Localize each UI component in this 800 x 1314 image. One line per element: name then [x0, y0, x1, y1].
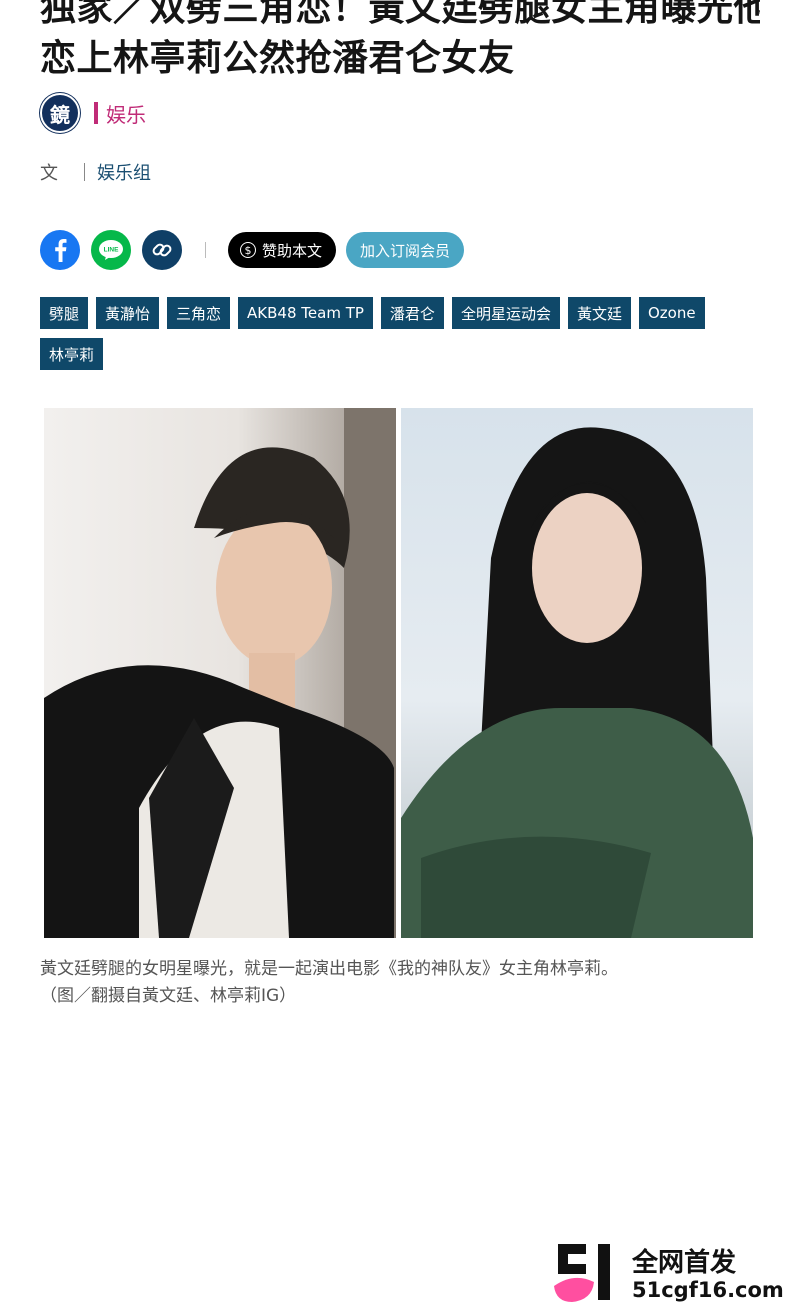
photo-man-portrait: [44, 408, 396, 938]
man-portrait-illustration: [44, 408, 396, 938]
photo-credit: （图／翻摄自黃文廷、林亭莉IG）: [40, 986, 297, 1006]
tag-link[interactable]: 黃瀞怡: [96, 297, 160, 329]
photo-woman-portrait: [401, 408, 753, 938]
tag-link[interactable]: 三角恋: [167, 297, 231, 329]
byline-divider: [84, 163, 85, 181]
share-toolbar: LINE $ 赞助本文 加入订阅会员: [40, 230, 465, 270]
tag-link[interactable]: 全明星运动会: [451, 297, 560, 329]
photo-caption: 黃文廷劈腿的女明星曝光，就是一起演出电影《我的神队友》女主角林亭莉。 （图／翻摄…: [40, 956, 760, 1010]
line-icon-label: LINE: [104, 247, 119, 254]
category-marker: [94, 102, 98, 124]
copy-link-button[interactable]: [142, 230, 182, 270]
join-membership-button[interactable]: 加入订阅会员: [346, 232, 465, 268]
tag-link[interactable]: AKB48 Team TP: [238, 297, 373, 329]
sponsor-article-button[interactable]: $ 赞助本文: [228, 232, 337, 268]
tag-link[interactable]: 劈腿: [40, 297, 89, 329]
share-line-button[interactable]: LINE: [91, 230, 131, 270]
share-divider: [205, 242, 206, 258]
woman-portrait-illustration: [401, 427, 753, 938]
dollar-icon: $: [240, 242, 256, 258]
watermark-text: 全网首发: [632, 1248, 737, 1278]
byline-author-link[interactable]: 娱乐组: [97, 159, 151, 185]
facebook-icon: [55, 239, 67, 262]
photo-caption-text: 黃文廷劈腿的女明星曝光，就是一起演出电影《我的神队友》女主角林亭莉。: [40, 959, 618, 979]
tag-link[interactable]: 潘君仑: [380, 297, 444, 329]
brand-row: 鏡 娱乐: [40, 93, 146, 133]
byline: 文 娱乐组: [40, 158, 151, 186]
byline-prefix: 文: [40, 163, 58, 184]
category-link[interactable]: 娱乐: [106, 99, 146, 128]
watermark: 全网首发 51cgf16.com: [552, 1240, 792, 1310]
article-title-line-2: 恋上林亭莉公然抢潘君仑女友: [40, 38, 515, 79]
link-icon: [152, 243, 172, 257]
tag-link[interactable]: Ozone: [638, 297, 705, 329]
article-title: 独家／双劈三角恋！黃文廷劈腿女主角曝光他 恋上林亭莉公然抢潘君仑女友: [40, 0, 760, 84]
share-facebook-button[interactable]: [40, 230, 80, 270]
mirror-media-logo[interactable]: 鏡: [40, 93, 80, 133]
tag-link[interactable]: 林亭莉: [40, 338, 104, 370]
watermark-logo-icon: [554, 1244, 610, 1302]
sponsor-article-label: 赞助本文: [262, 241, 323, 260]
watermark-url: 51cgf16.com: [632, 1278, 784, 1302]
join-membership-label: 加入订阅会员: [360, 241, 451, 260]
tag-link[interactable]: 黃文廷: [567, 297, 631, 329]
article-title-line-1: 独家／双劈三角恋！黃文廷劈腿女主角曝光他: [40, 0, 760, 29]
tag-list: 劈腿 黃瀞怡 三角恋 AKB48 Team TP 潘君仑 全明星运动会 黃文廷 …: [40, 297, 760, 379]
line-icon: LINE: [99, 240, 123, 260]
